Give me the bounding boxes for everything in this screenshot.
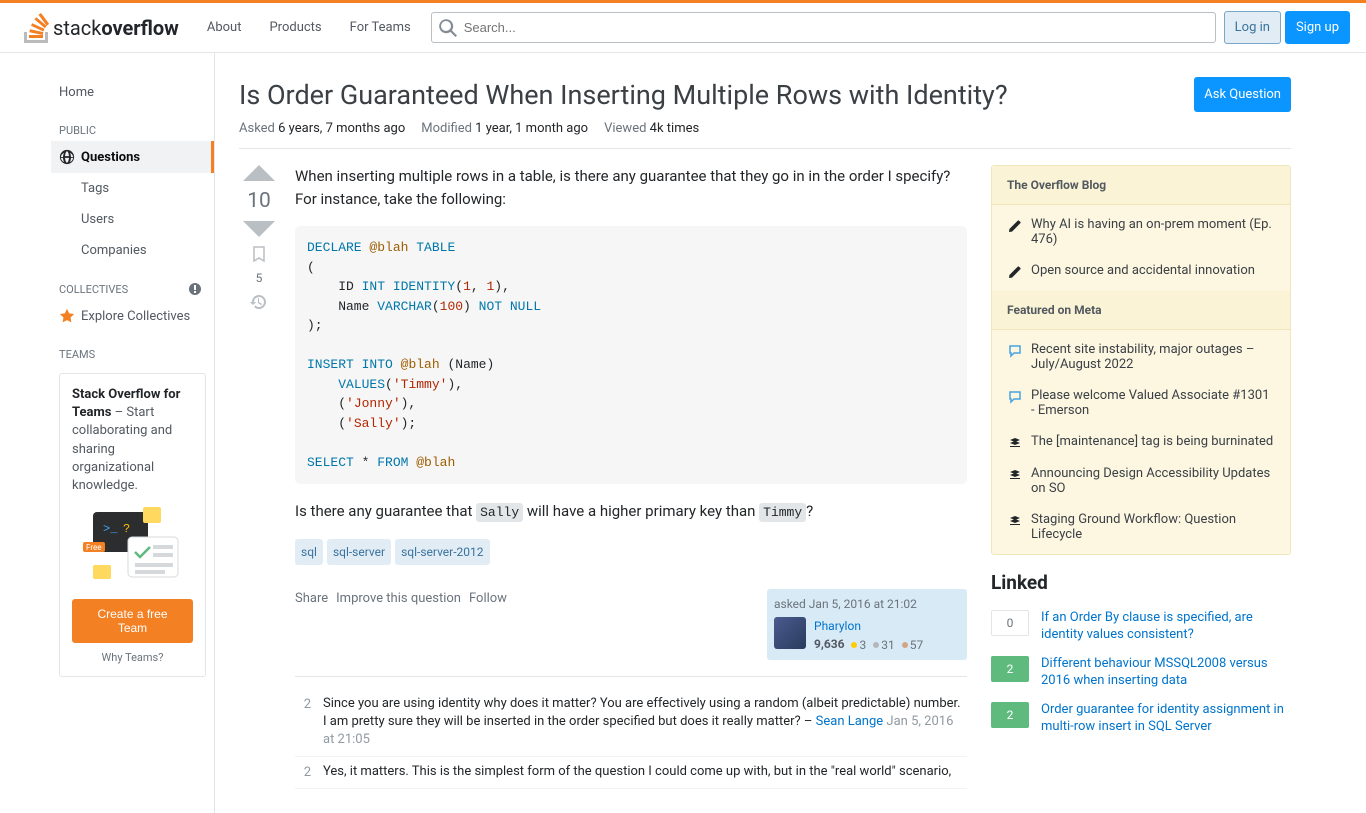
bookmark-count: 5: [256, 271, 263, 285]
why-teams-link[interactable]: Why Teams?: [72, 651, 193, 664]
create-team-button[interactable]: Create a free Team: [72, 599, 193, 643]
linked-heading: Linked: [991, 571, 1291, 594]
nav-explore-collectives[interactable]: Explore Collectives: [51, 300, 214, 332]
meta-item[interactable]: Announcing Design Accessibility Updates …: [992, 458, 1290, 504]
nav-tags[interactable]: Tags: [51, 173, 214, 204]
tag[interactable]: sql-server: [327, 539, 391, 565]
top-nav-links: About Products For Teams: [195, 14, 423, 41]
signup-button[interactable]: Sign up: [1285, 11, 1350, 44]
upvote-button[interactable]: [243, 165, 275, 181]
linked-item: 2 Different behaviour MSSQL2008 versus 2…: [991, 656, 1291, 690]
nav-questions[interactable]: Questions: [51, 141, 214, 173]
user-avatar[interactable]: [774, 617, 806, 649]
stack-icon: [1007, 436, 1023, 450]
comment: 2 Since you are using identity why does …: [295, 689, 967, 757]
vote-count: 10: [247, 189, 271, 213]
blog-item[interactable]: Why AI is having an on-prem moment (Ep. …: [992, 209, 1290, 255]
meta-item[interactable]: Please welcome Valued Associate #1301 - …: [992, 380, 1290, 426]
user-card: asked Jan 5, 2016 at 21:02 Pharylon 9,63…: [767, 589, 967, 660]
tags-container: sql sql-server sql-server-2012: [295, 539, 967, 565]
bookmark-icon[interactable]: [250, 245, 268, 263]
stack-icon: [1007, 468, 1023, 482]
linked-link[interactable]: Order guarantee for identity assignment …: [1041, 702, 1291, 736]
question-meta: Asked 6 years, 7 months ago Modified 1 y…: [239, 121, 1291, 149]
stack-icon: [1007, 514, 1023, 528]
nav-home[interactable]: Home: [51, 77, 214, 108]
svg-text:Free: Free: [86, 543, 101, 552]
svg-text:?: ?: [123, 522, 130, 536]
widget-header-blog: The Overflow Blog: [992, 166, 1290, 205]
nav-explore-label: Explore Collectives: [81, 309, 190, 324]
globe-icon: [59, 149, 75, 165]
linked-item: 2 Order guarantee for identity assignmen…: [991, 702, 1291, 736]
user-reputation: 9,636: [814, 637, 845, 651]
meta-item[interactable]: Recent site instability, major outages –…: [992, 334, 1290, 380]
speech-bubble-icon: [1007, 390, 1023, 404]
search-icon: [439, 19, 457, 37]
blog-item[interactable]: Open source and accidental innovation: [992, 255, 1290, 287]
nav-companies[interactable]: Companies: [51, 235, 214, 266]
follow-link[interactable]: Follow: [469, 589, 507, 660]
comment: 2 Yes, it matters. This is the simplest …: [295, 757, 967, 790]
login-button[interactable]: Log in: [1224, 11, 1281, 44]
silver-badge-icon: [873, 642, 879, 648]
overflow-blog-widget: The Overflow Blog Why AI is having an on…: [991, 165, 1291, 555]
meta-item[interactable]: Staging Ground Workflow: Question Lifecy…: [992, 504, 1290, 550]
topbar: stackoverflow About Products For Teams L…: [0, 3, 1366, 53]
post-action-links: Share Improve this question Follow: [295, 589, 507, 660]
comment-score: 2: [295, 763, 311, 783]
nav-heading-collectives: COLLECTIVES: [51, 266, 214, 300]
body-paragraph-1: When inserting multiple rows in a table,…: [295, 165, 967, 210]
improve-link[interactable]: Improve this question: [336, 589, 461, 660]
widget-header-meta: Featured on Meta: [992, 291, 1290, 330]
logo-text: stackoverflow: [53, 16, 179, 40]
logo[interactable]: stackoverflow: [16, 3, 187, 52]
comment-score: 2: [295, 695, 311, 750]
comments-section: 2 Since you are using identity why does …: [295, 676, 967, 789]
nav-users[interactable]: Users: [51, 204, 214, 235]
meta-item[interactable]: The [maintenance] tag is being burninate…: [992, 426, 1290, 458]
stackoverflow-icon: [24, 13, 49, 43]
history-icon[interactable]: [250, 293, 268, 311]
tag[interactable]: sql: [295, 539, 323, 565]
info-icon[interactable]: [188, 282, 202, 296]
tag[interactable]: sql-server-2012: [395, 539, 489, 565]
search-container: [431, 12, 1216, 43]
nav-heading-teams: TEAMS: [51, 332, 214, 365]
linked-link[interactable]: Different behaviour MSSQL2008 versus 201…: [1041, 656, 1291, 690]
svg-text:>_: >_: [103, 522, 118, 536]
vote-controls: 10 5: [239, 165, 279, 789]
downvote-button[interactable]: [243, 221, 275, 237]
linked-score: 2: [991, 702, 1029, 728]
share-link[interactable]: Share: [295, 589, 328, 660]
body-paragraph-2: Is there any guarantee that Sally will h…: [295, 500, 967, 523]
main-content: Is Order Guaranteed When Inserting Multi…: [215, 53, 1315, 813]
teams-promo-box: Stack Overflow for Teams – Start collabo…: [59, 373, 206, 677]
user-name-link[interactable]: Pharylon: [814, 619, 861, 633]
pencil-icon: [1007, 219, 1023, 233]
bronze-badge-icon: [902, 642, 908, 648]
pencil-icon: [1007, 265, 1023, 279]
question-title: Is Order Guaranteed When Inserting Multi…: [239, 77, 1178, 113]
comment-author-link[interactable]: Sean Lange: [816, 714, 884, 729]
ask-question-button[interactable]: Ask Question: [1194, 77, 1291, 112]
right-sidebar: The Overflow Blog Why AI is having an on…: [991, 165, 1291, 789]
post-body: When inserting multiple rows in a table,…: [295, 165, 967, 789]
linked-link[interactable]: If an Order By clause is specified, are …: [1041, 610, 1291, 644]
code-block: DECLARE @blah TABLE ( ID INT IDENTITY(1,…: [295, 226, 967, 484]
linked-score: 0: [991, 610, 1029, 636]
speech-bubble-icon: [1007, 344, 1023, 358]
nav-teams[interactable]: For Teams: [338, 14, 423, 41]
search-input[interactable]: [431, 12, 1216, 43]
linked-score: 2: [991, 656, 1029, 682]
nav-products[interactable]: Products: [257, 14, 333, 41]
nav-questions-label: Questions: [81, 150, 140, 165]
star-icon: [59, 308, 75, 324]
nav-about[interactable]: About: [195, 14, 254, 41]
teams-promo-image: >_ ? Free: [72, 507, 193, 587]
linked-item: 0 If an Order By clause is specified, ar…: [991, 610, 1291, 644]
left-sidebar: Home PUBLIC Questions Tags Users Compani…: [51, 53, 215, 813]
gold-badge-icon: [851, 642, 857, 648]
nav-heading-public: PUBLIC: [51, 108, 214, 141]
